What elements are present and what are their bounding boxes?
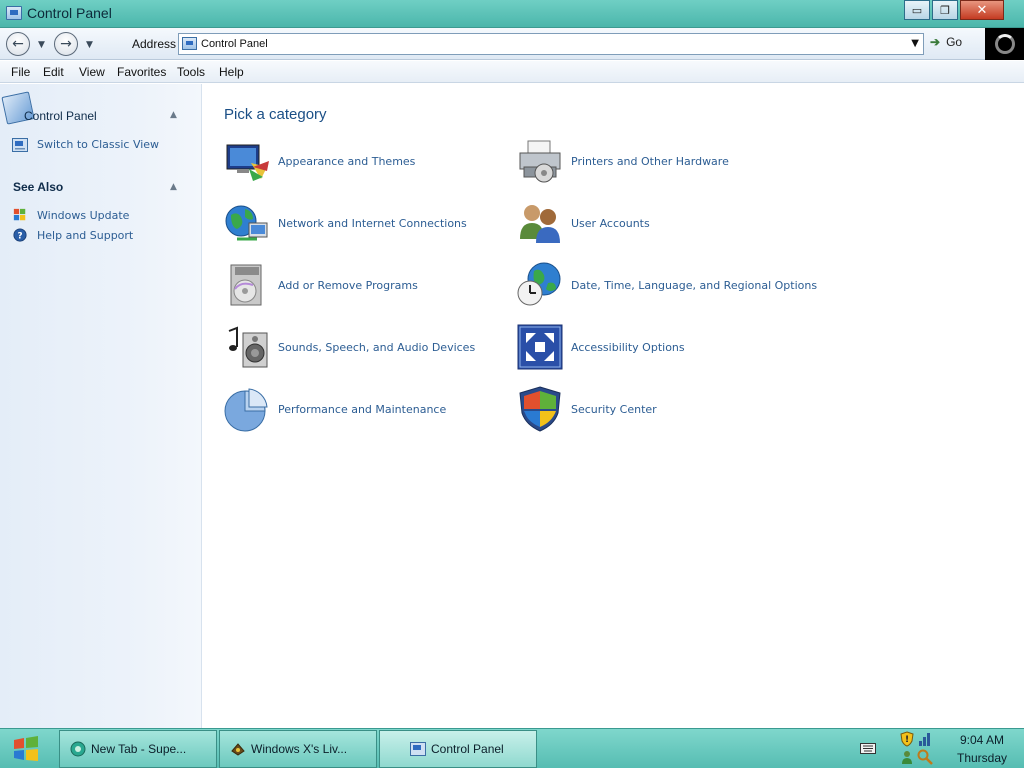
category-label: Performance and Maintenance — [278, 402, 447, 416]
appearance-themes-icon — [226, 144, 269, 181]
svg-text:?: ? — [17, 232, 22, 242]
windows-update-icon — [13, 208, 26, 221]
security-shield-icon — [519, 386, 561, 432]
category-network-internet[interactable]: Network and Internet Connections — [223, 197, 467, 249]
category-label: Date, Time, Language, and Regional Optio… — [571, 278, 818, 292]
network-icon — [225, 205, 268, 241]
address-toolbar: ← ▼ → ▼ Address Control Panel ▼ ➔ Go — [0, 28, 1024, 60]
task-label: New Tab - Supe... — [91, 742, 187, 756]
category-user-accounts[interactable]: User Accounts — [516, 197, 650, 249]
pick-category-heading: Pick a category — [224, 106, 327, 123]
sound-icon — [228, 326, 268, 368]
control-panel-icon — [6, 6, 22, 20]
date-time-icon — [517, 262, 561, 306]
back-button[interactable]: ← — [6, 32, 30, 56]
control-panel-icon — [12, 138, 28, 152]
menu-favorites[interactable]: Favorites — [117, 65, 166, 79]
back-arrow-icon: ← — [12, 36, 24, 52]
svg-text:!: ! — [905, 735, 909, 745]
user-status-icon[interactable] — [899, 749, 915, 765]
category-label: Accessibility Options — [571, 340, 685, 354]
minimize-button[interactable]: ▭ — [904, 0, 930, 20]
back-history-dropdown[interactable]: ▼ — [38, 40, 45, 50]
category-printers-hardware[interactable]: Printers and Other Hardware — [516, 135, 729, 187]
restore-button[interactable]: ❐ — [932, 0, 958, 20]
collapse-chevron-icon[interactable]: ▲ — [170, 182, 177, 192]
user-accounts-icon — [520, 205, 560, 243]
menu-edit[interactable]: Edit — [43, 65, 64, 79]
taskbar: New Tab - Supe... Windows X's Liv... Con… — [0, 728, 1024, 768]
taskbar-item-windows-x[interactable]: Windows X's Liv... — [219, 730, 377, 768]
collapse-chevron-icon[interactable]: ▲ — [170, 110, 177, 120]
category-accessibility[interactable]: Accessibility Options — [516, 321, 685, 373]
title-bar[interactable]: Control Panel ▭ ❐ ✕ — [0, 0, 1024, 28]
throbber — [985, 28, 1024, 60]
forward-history-dropdown[interactable]: ▼ — [86, 40, 93, 50]
menu-view[interactable]: View — [79, 65, 105, 79]
go-label: Go — [946, 35, 963, 49]
forward-arrow-icon: → — [60, 36, 72, 52]
window-title: Control Panel — [27, 5, 112, 21]
accessibility-icon — [517, 324, 563, 370]
clock-time: 9:04 AM — [959, 733, 1005, 747]
go-button[interactable]: ➔ Go — [930, 35, 962, 49]
category-performance-maintenance[interactable]: Performance and Maintenance — [223, 383, 446, 435]
address-dropdown[interactable]: ▼ — [911, 38, 919, 49]
magnifier-icon[interactable] — [917, 749, 933, 765]
category-label: Printers and Other Hardware — [571, 154, 729, 168]
windows-update-link[interactable]: Windows Update — [37, 209, 129, 222]
network-status-icon[interactable] — [917, 731, 933, 747]
address-label: Address — [132, 37, 177, 51]
browser-icon — [70, 741, 86, 757]
category-label: Sounds, Speech, and Audio Devices — [278, 340, 476, 354]
printer-icon — [519, 140, 561, 183]
menu-tools[interactable]: Tools — [177, 65, 205, 79]
start-button[interactable] — [6, 733, 46, 765]
windows-logo-icon — [14, 736, 38, 761]
taskbar-item-control-panel[interactable]: Control Panel — [379, 730, 537, 768]
taskbar-item-new-tab[interactable]: New Tab - Supe... — [59, 730, 217, 768]
category-appearance-themes[interactable]: Appearance and Themes — [223, 135, 415, 187]
see-also-title: See Also — [13, 180, 64, 194]
performance-icon — [224, 388, 268, 432]
security-shield-icon[interactable]: ! — [899, 731, 915, 747]
category-label: Network and Internet Connections — [278, 216, 467, 230]
forward-button[interactable]: → — [54, 32, 78, 56]
control-panel-icon — [410, 742, 426, 756]
task-label: Control Panel — [431, 742, 504, 756]
add-remove-programs-icon — [230, 264, 262, 306]
category-add-remove-programs[interactable]: Add or Remove Programs — [223, 259, 418, 311]
category-label: Add or Remove Programs — [278, 278, 418, 292]
category-sounds-speech-audio[interactable]: Sounds, Speech, and Audio Devices — [223, 321, 475, 373]
control-panel-icon — [182, 37, 197, 50]
main-content: Pick a category Appearance and Themes Ne… — [203, 84, 1024, 728]
app-icon — [231, 743, 245, 756]
menu-help[interactable]: Help — [219, 65, 244, 79]
category-security-center[interactable]: Security Center — [516, 383, 657, 435]
switch-classic-view-link[interactable]: Switch to Classic View — [37, 138, 159, 151]
category-label: Security Center — [571, 402, 657, 416]
category-label: Appearance and Themes — [278, 154, 416, 168]
address-value: Control Panel — [201, 38, 268, 50]
go-arrow-icon: ➔ — [930, 35, 941, 49]
category-date-time-regional[interactable]: Date, Time, Language, and Regional Optio… — [516, 259, 817, 311]
task-label: Windows X's Liv... — [251, 742, 348, 756]
menu-bar: File Edit View Favorites Tools Help — [0, 61, 1024, 83]
clock-day: Thursday — [956, 751, 1008, 765]
clock[interactable]: 9:04 AM Thursday — [940, 731, 1024, 767]
task-pane: Control Panel ▲ Switch to Classic View S… — [0, 84, 202, 728]
window-controls: ▭ ❐ ✕ — [904, 0, 1004, 20]
help-support-link[interactable]: Help and Support — [37, 229, 133, 242]
menu-file[interactable]: File — [11, 65, 30, 79]
loading-ring-icon — [994, 34, 1015, 54]
category-label: User Accounts — [571, 216, 650, 230]
address-input[interactable]: Control Panel ▼ — [178, 33, 924, 55]
help-icon: ? — [13, 228, 27, 242]
close-button[interactable]: ✕ — [960, 0, 1004, 20]
control-panel-section-title: Control Panel — [24, 109, 97, 123]
keyboard-icon[interactable] — [860, 741, 876, 755]
